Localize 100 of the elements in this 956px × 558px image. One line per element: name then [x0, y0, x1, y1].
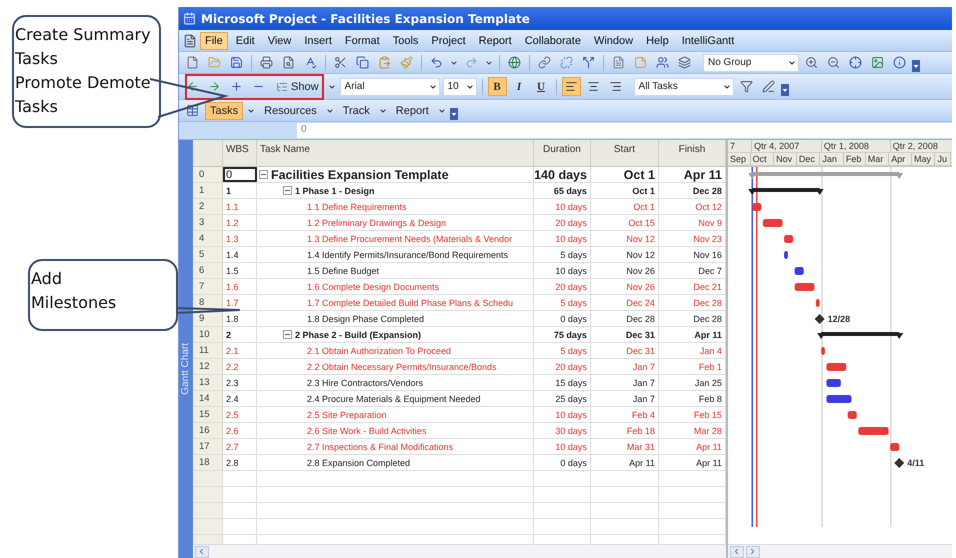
- table-row[interactable]: 7 1.6 1.6 Complete Design Documents 20 days Nov 26 Dec 21: [192, 279, 726, 295]
- table-row[interactable]: 5 1.4 1.4 Identify Permits/Insurance/Bond Requirements 5 days Nov 12 Nov 16: [192, 247, 726, 263]
- milestone-diamond[interactable]: [894, 458, 904, 468]
- toolbar-options-icon[interactable]: [912, 60, 920, 72]
- guide-tab[interactable]: Resources: [259, 102, 322, 120]
- summary-bar[interactable]: [817, 332, 904, 339]
- column-header[interactable]: Finish: [658, 140, 726, 166]
- caret-icon[interactable]: [466, 82, 474, 90]
- column-header[interactable]: Duration: [534, 140, 591, 166]
- project-summary-bar[interactable]: [748, 172, 904, 179]
- task-bar[interactable]: [821, 347, 825, 355]
- summary-bar[interactable]: [748, 188, 824, 195]
- column-header[interactable]: Task Name: [256, 140, 534, 166]
- show-button[interactable]: Show: [271, 78, 324, 96]
- table-cell[interactable]: 1.3: [222, 231, 257, 246]
- table-row[interactable]: 4 1.3 1.3 Define Procurement Needs (Materials & Vendor 10 days Nov 12 Nov 23: [192, 231, 726, 247]
- menu-item[interactable]: View: [262, 32, 296, 50]
- table-cell[interactable]: 2.6: [222, 423, 257, 438]
- task-bar[interactable]: [762, 219, 782, 227]
- table-cell[interactable]: 1.7: [222, 295, 257, 310]
- caret-icon[interactable]: [428, 82, 437, 90]
- table-row[interactable]: 8 1.7 1.7 Complete Detailed Build Phase Plans & Schedu 5 days Dec 24 Dec 28: [192, 295, 726, 311]
- task-bar[interactable]: [752, 203, 762, 211]
- task-bar[interactable]: [816, 299, 820, 307]
- task-bar[interactable]: [794, 283, 814, 291]
- column-header[interactable]: WBS: [222, 140, 257, 166]
- menu-item[interactable]: Project: [426, 32, 471, 50]
- task-bar[interactable]: [848, 411, 857, 419]
- table-row[interactable]: 13 2.3 2.3 Hire Contractors/Vendors 15 days Jan 7 Jan 25: [192, 375, 726, 391]
- table-cell[interactable]: 2.1: [222, 343, 257, 358]
- menu-item[interactable]: Edit: [230, 32, 260, 50]
- milestone-diamond[interactable]: [814, 314, 825, 324]
- task-bar[interactable]: [794, 267, 804, 275]
- table-cell[interactable]: 2.3: [222, 375, 257, 390]
- table-row[interactable]: 10 2 2 Phase 2 - Build (Expansion) 75 days Dec 31 Apr 11: [192, 327, 726, 343]
- font-dropdown[interactable]: Arial: [340, 78, 440, 96]
- table-row[interactable]: 16 2.6 2.6 Site Work - Build Activities 30 days Feb 18 Mar 28: [192, 423, 726, 439]
- scroll-bar[interactable]: [728, 544, 952, 558]
- scroll-bar[interactable]: [192, 544, 726, 558]
- table-cell[interactable]: 1.5: [222, 263, 257, 278]
- task-bar[interactable]: [826, 379, 841, 387]
- task-bar[interactable]: [784, 251, 788, 259]
- filter-dropdown[interactable]: All Tasks: [634, 78, 734, 96]
- table-cell[interactable]: 1.1: [222, 199, 257, 214]
- table-cell[interactable]: 2: [222, 327, 257, 342]
- table-row[interactable]: 12 2.2 2.2 Obtain Necessary Permits/Insurance/Bonds 20 days Jan 7 Feb 1: [192, 359, 726, 375]
- table-row[interactable]: 0 0 Facilities Expansion Template 140 days Oct 1 Apr 11: [192, 167, 726, 183]
- table-row[interactable]: 1 1 1 Phase 1 - Design 65 days Oct 1 Dec 28: [192, 183, 726, 199]
- menu-item[interactable]: Report: [474, 32, 517, 50]
- collapse-icon[interactable]: [282, 186, 292, 195]
- table-cell[interactable]: 1.4: [222, 247, 257, 262]
- table-cell[interactable]: 1.2: [222, 215, 257, 230]
- table-cell[interactable]: 1.6: [222, 279, 257, 294]
- group-dropdown[interactable]: No Group: [703, 54, 799, 72]
- menu-item[interactable]: Insert: [299, 32, 337, 50]
- menu-item[interactable]: Help: [641, 32, 674, 50]
- menu-item[interactable]: Collaborate: [520, 32, 586, 50]
- menu-item[interactable]: IntelliGantt: [676, 32, 740, 50]
- table-row[interactable]: 15 2.5 2.5 Site Preparation 10 days Feb 4 Feb 15: [192, 407, 726, 423]
- table-cell[interactable]: 2.2: [222, 359, 257, 374]
- scroll-left-button[interactable]: [194, 546, 209, 558]
- table-cell[interactable]: 2.8: [222, 455, 257, 470]
- caret-icon[interactable]: [722, 82, 731, 90]
- menu-item[interactable]: Tools: [388, 32, 424, 50]
- column-header[interactable]: Start: [590, 140, 659, 166]
- menu-item[interactable]: Format: [340, 32, 385, 50]
- table-row[interactable]: 9 1.8 1.8 Design Phase Completed 0 days Dec 28 Dec 28: [192, 311, 726, 327]
- table-row[interactable]: 11 2.1 2.1 Obtain Authorization To Proceed 5 days Dec 31 Jan 4: [192, 343, 726, 359]
- entry-field[interactable]: 0: [297, 123, 952, 138]
- task-bar[interactable]: [826, 395, 852, 403]
- caret-icon[interactable]: [788, 58, 796, 66]
- italic-button[interactable]: I: [510, 77, 529, 96]
- scroll-right-button[interactable]: [746, 546, 760, 558]
- scroll-left-button[interactable]: [730, 546, 744, 558]
- menu-item[interactable]: File: [200, 32, 228, 50]
- guide-tab[interactable]: Track: [338, 102, 375, 120]
- table-row[interactable]: 2 1.1 1.1 Define Requirements 10 days Oct 1 Oct 12: [192, 199, 726, 215]
- task-bar[interactable]: [784, 235, 794, 243]
- table-cell[interactable]: 2.4: [222, 391, 257, 406]
- table-row[interactable]: 14 2.4 2.4 Procure Materials & Equipment Needed 25 days Jan 7 Feb 8: [192, 391, 726, 407]
- toolbar-options-icon[interactable]: [780, 84, 789, 96]
- collapse-icon[interactable]: [258, 170, 268, 179]
- table-cell[interactable]: 0: [222, 167, 257, 182]
- table-cell[interactable]: 1.8: [222, 311, 257, 326]
- task-bar[interactable]: [826, 363, 846, 371]
- table-row[interactable]: 3 1.2 1.2 Preliminary Drawings & Design 20 days Oct 15 Nov 9: [192, 215, 726, 231]
- task-bar[interactable]: [858, 427, 889, 435]
- table-cell[interactable]: 1: [222, 183, 257, 198]
- table-row[interactable]: 6 1.5 1.5 Define Budget 10 days Nov 26 Dec 7: [192, 263, 726, 279]
- toolbar-options-icon[interactable]: [450, 108, 458, 120]
- bold-button[interactable]: B: [488, 77, 507, 96]
- guide-tab[interactable]: Report: [390, 102, 434, 120]
- document-icon[interactable]: [183, 34, 197, 48]
- table-cell[interactable]: 2.5: [222, 407, 257, 422]
- guide-tab[interactable]: Tasks: [205, 102, 244, 120]
- collapse-icon[interactable]: [282, 330, 292, 339]
- table-cell[interactable]: 2.7: [222, 439, 257, 454]
- table-row[interactable]: 17 2.7 2.7 Inspections & Final Modifications 10 days Mar 31 Apr 11: [192, 439, 726, 455]
- task-bar[interactable]: [890, 443, 900, 451]
- align-left-icon[interactable]: [562, 77, 581, 96]
